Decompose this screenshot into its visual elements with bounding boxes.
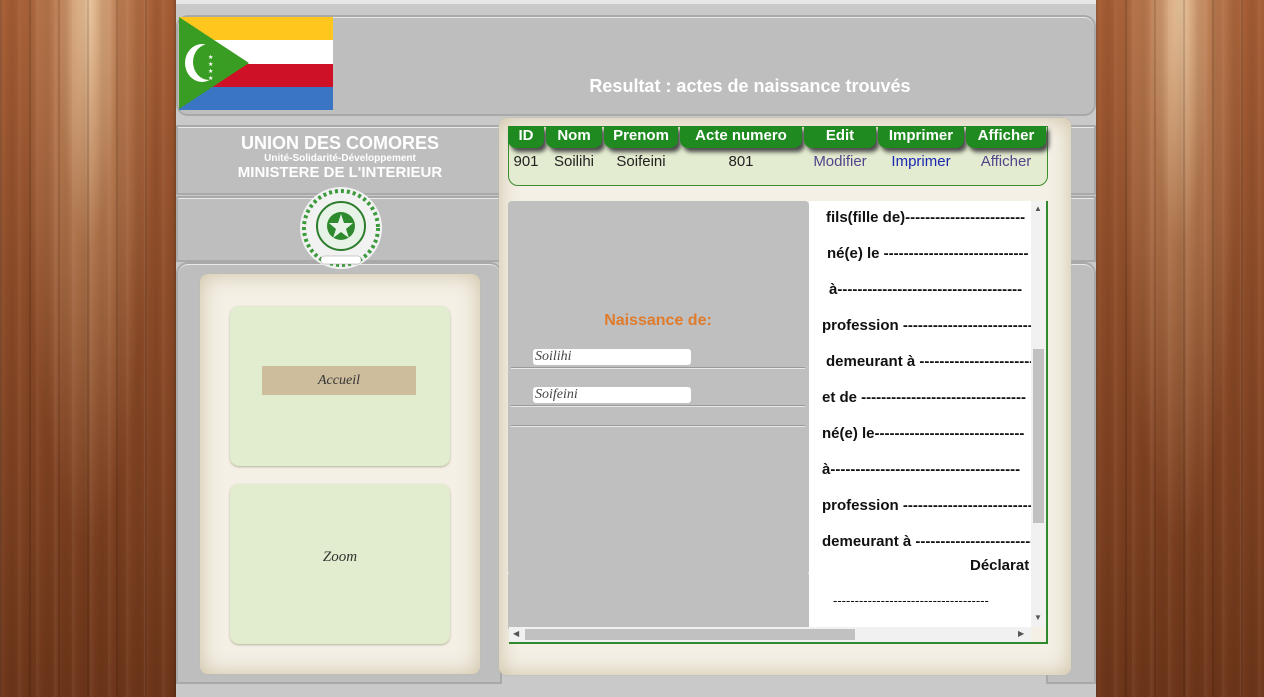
ministry-name: MINISTERE DE L'INTERIEUR bbox=[237, 164, 443, 181]
document-preview[interactable]: fils(fille de)------------------------ n… bbox=[809, 201, 1031, 627]
nav-card-home: Accueil bbox=[230, 306, 450, 466]
scroll-right-icon[interactable]: ▶ bbox=[1018, 630, 1024, 638]
doc-line: et de --------------------------------- bbox=[822, 389, 1027, 406]
doc-line: né(e) le ----------------------------- bbox=[827, 245, 1029, 262]
form-divider bbox=[511, 405, 805, 407]
doc-line: né(e) le------------------------------ bbox=[822, 425, 1025, 442]
th-afficher: Afficher bbox=[966, 126, 1046, 148]
th-id: ID bbox=[508, 126, 544, 148]
th-imprimer: Imprimer bbox=[878, 126, 964, 148]
nom-input[interactable] bbox=[533, 349, 691, 365]
brand-block: UNION DES COMORES Unité-Solidarité-Dével… bbox=[200, 133, 480, 181]
doc-line: fils(fille de)------------------------ bbox=[826, 209, 1026, 226]
doc-line: demeurant à ------------------------- bbox=[826, 353, 1031, 370]
vertical-scroll-thumb[interactable] bbox=[1033, 349, 1044, 523]
zoom-link[interactable]: Zoom bbox=[230, 549, 450, 566]
scroll-left-icon[interactable]: ◀ bbox=[513, 630, 519, 638]
cell-nom: Soilihi bbox=[553, 153, 595, 170]
th-acte-numero: Acte numero bbox=[680, 126, 802, 148]
doc-line: ------------------------------------ bbox=[833, 593, 989, 608]
wood-background-left bbox=[0, 0, 176, 697]
doc-line: Déclarat bbox=[970, 557, 1030, 574]
doc-line: à------------------------------------- bbox=[829, 281, 1023, 298]
form-divider bbox=[511, 367, 805, 369]
modifier-link[interactable]: Modifier bbox=[804, 153, 876, 170]
cell-id: 901 bbox=[513, 153, 539, 170]
doc-line: à-------------------------------------- bbox=[822, 461, 1021, 478]
afficher-link[interactable]: Afficher bbox=[966, 153, 1046, 170]
preview-frame-border bbox=[1046, 201, 1048, 643]
preview-frame-border bbox=[509, 642, 1048, 644]
accueil-button[interactable]: Accueil bbox=[262, 366, 416, 395]
horizontal-scroll-thumb[interactable] bbox=[525, 629, 855, 640]
search-form-panel-footer bbox=[508, 574, 809, 629]
prenom-input[interactable] bbox=[533, 387, 691, 403]
cell-acte-numero: 801 bbox=[728, 153, 754, 170]
sidebar: Accueil Zoom bbox=[200, 274, 480, 674]
top-border bbox=[176, 0, 1096, 4]
doc-line: demeurant à ------------------------- bbox=[822, 533, 1031, 550]
comoros-flag-icon: ★ ★ ★ ★ bbox=[179, 17, 333, 110]
vertical-scrollbar[interactable]: ▲ ▼ bbox=[1031, 201, 1046, 627]
th-edit: Edit bbox=[804, 126, 876, 148]
doc-line: profession --------------------------- bbox=[822, 317, 1031, 334]
horizontal-scrollbar[interactable]: ◀ ▶ bbox=[509, 627, 1031, 642]
form-title: Naissance de: bbox=[604, 312, 712, 329]
country-name: UNION DES COMORES bbox=[240, 133, 440, 153]
imprimer-link[interactable]: Imprimer bbox=[878, 153, 964, 170]
scroll-down-icon[interactable]: ▼ bbox=[1034, 614, 1042, 622]
th-nom: Nom bbox=[546, 126, 602, 148]
ministry-seal-icon bbox=[300, 187, 382, 269]
cell-prenom: Soifeini bbox=[616, 153, 666, 170]
form-divider bbox=[511, 425, 805, 427]
th-prenom: Prenom bbox=[604, 126, 678, 148]
doc-line: profession --------------------------- bbox=[822, 497, 1031, 514]
wood-background-right bbox=[1096, 0, 1264, 697]
nav-card-zoom: Zoom bbox=[230, 484, 450, 644]
page-title: Resultat : actes de naissance trouvés bbox=[589, 76, 911, 96]
scroll-up-icon[interactable]: ▲ bbox=[1034, 205, 1042, 213]
